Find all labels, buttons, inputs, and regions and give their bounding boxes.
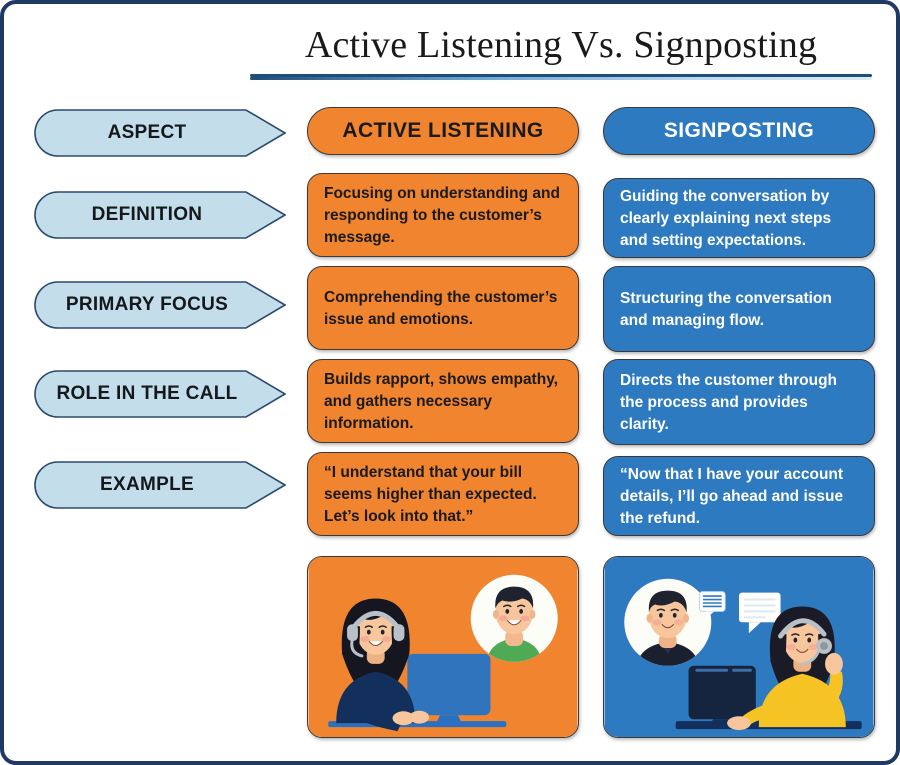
cell-text: Directs the customer through the process… — [620, 372, 838, 433]
column-header-active-listening: ACTIVE LISTENING — [307, 107, 579, 155]
aspect-header-pill: ASPECT — [34, 109, 286, 157]
aspect-pill-definition: DEFINITION — [34, 191, 286, 239]
title-block: Active Listening Vs. Signposting — [250, 24, 872, 80]
cell-signposting-example: “Now that I have your account details, I… — [603, 456, 875, 536]
agent-headset-computer-illustration — [308, 557, 578, 737]
illustration-signposting — [603, 556, 875, 738]
cell-text: Builds rapport, shows empathy, and gathe… — [324, 371, 558, 432]
cell-signposting-primary-focus: Structuring the conversation and managin… — [603, 266, 875, 352]
cell-signposting-role-in-the-call: Directs the customer through the process… — [603, 359, 875, 445]
cell-text: Focusing on understanding and responding… — [324, 185, 560, 246]
cell-active-listening-role-in-the-call: Builds rapport, shows empathy, and gathe… — [307, 359, 579, 443]
column-header-signposting: SIGNPOSTING — [603, 107, 875, 155]
title-rule-accent — [250, 76, 872, 80]
aspect-pill-example: EXAMPLE — [34, 461, 286, 509]
cell-text: Guiding the conversation by clearly expl… — [620, 188, 832, 249]
cell-signposting-definition: Guiding the conversation by clearly expl… — [603, 178, 875, 258]
cell-active-listening-definition: Focusing on understanding and responding… — [307, 173, 579, 257]
cell-active-listening-example: “I understand that your bill seems highe… — [307, 452, 579, 536]
cell-text: “Now that I have your account details, I… — [620, 466, 844, 527]
cell-text: “I understand that your bill seems highe… — [324, 464, 537, 525]
customer-chat-agent-illustration — [604, 557, 874, 737]
page-title: Active Listening Vs. Signposting — [304, 24, 818, 66]
aspect-label: EXAMPLE — [100, 474, 194, 495]
aspect-label: DEFINITION — [91, 204, 203, 225]
aspect-pill-role-in-the-call: ROLE IN THE CALL — [34, 370, 286, 418]
cell-text: Structuring the conversation and managin… — [620, 290, 832, 329]
cell-active-listening-primary-focus: Comprehending the customer’s issue and e… — [307, 266, 579, 350]
aspect-label: PRIMARY FOCUS — [65, 294, 229, 315]
aspect-label: ROLE IN THE CALL — [56, 383, 238, 404]
illustration-active-listening — [307, 556, 579, 738]
cell-text: Comprehending the customer’s issue and e… — [324, 289, 558, 328]
aspect-header-label: ASPECT — [107, 122, 187, 143]
aspect-pill-primary-focus: PRIMARY FOCUS — [34, 281, 286, 329]
infographic-page: Active Listening Vs. Signposting ASPECT … — [0, 0, 900, 765]
